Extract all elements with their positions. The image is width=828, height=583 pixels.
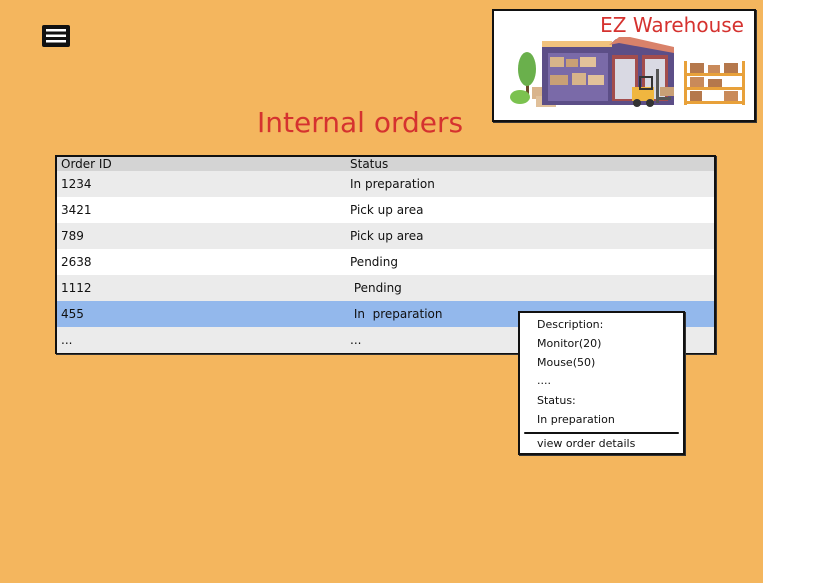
status-cell: ...: [350, 333, 362, 347]
order-id-cell: ...: [61, 333, 73, 347]
description-label: Description:: [537, 318, 604, 331]
status-cell: Pick up area: [350, 229, 424, 243]
order-id-cell: 1112: [61, 281, 92, 295]
table-row[interactable]: 1234 In preparation: [57, 171, 714, 197]
order-id-cell: 1234: [61, 177, 92, 191]
description-item: Mouse(50): [537, 356, 596, 369]
status-cell: In preparation: [350, 307, 443, 321]
status-cell: Pick up area: [350, 203, 424, 217]
app-logo: EZ Warehouse: [492, 9, 756, 122]
table-row[interactable]: 3421 Pick up area: [57, 197, 714, 223]
column-header-status: Status: [350, 157, 389, 171]
view-order-details-link[interactable]: view order details: [537, 437, 635, 450]
order-id-cell: 2638: [61, 255, 92, 269]
order-id-cell: 455: [61, 307, 84, 321]
status-cell: Pending: [350, 255, 398, 269]
table-row[interactable]: 1112 Pending: [57, 275, 714, 301]
app-canvas: EZ Warehouse Internal orders Order ID St…: [0, 0, 763, 583]
status-value: In preparation: [537, 413, 615, 426]
column-header-order-id: Order ID: [61, 157, 112, 171]
table-row[interactable]: 2638 Pending: [57, 249, 714, 275]
table-row[interactable]: 789 Pick up area: [57, 223, 714, 249]
description-item: ....: [537, 374, 551, 387]
popup-divider: [524, 432, 679, 434]
order-details-popup: Description: Monitor(20) Mouse(50) .... …: [518, 311, 685, 455]
status-cell: Pending: [350, 281, 402, 295]
status-label: Status:: [537, 394, 576, 407]
status-cell: In preparation: [350, 177, 435, 191]
app-title: EZ Warehouse: [600, 13, 744, 37]
warehouse-illustration: [504, 35, 748, 115]
table-header: Order ID Status: [57, 157, 714, 171]
description-item: Monitor(20): [537, 337, 602, 350]
hamburger-menu-icon[interactable]: [41, 24, 72, 49]
order-id-cell: 789: [61, 229, 84, 243]
order-id-cell: 3421: [61, 203, 92, 217]
page-title: Internal orders: [257, 106, 464, 139]
